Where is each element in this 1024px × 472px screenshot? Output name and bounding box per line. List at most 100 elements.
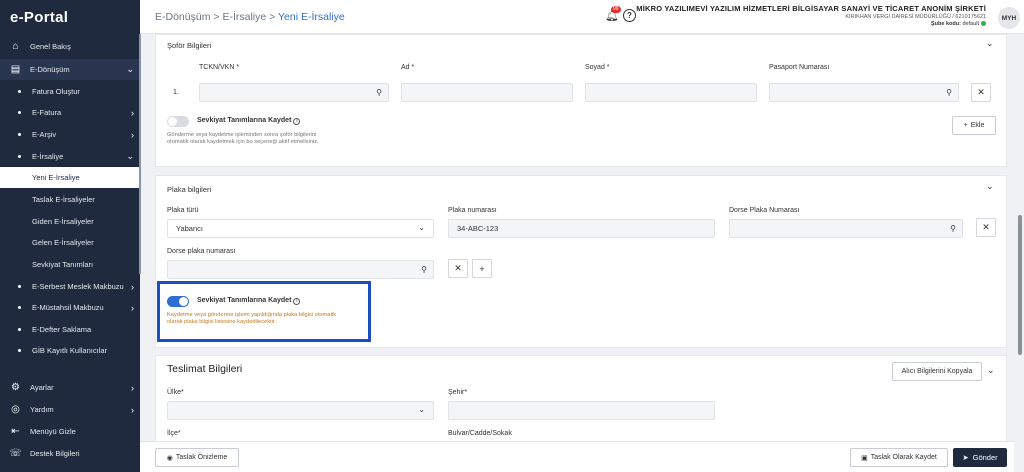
chevron-right-icon: › [131,302,134,313]
sidebar-item-ayarlar[interactable]: ⚙ Ayarlar › [0,377,140,398]
plus-icon: + [479,263,485,274]
document-icon: ▤ [10,64,21,75]
delivery-section-title: Teslimat Bilgileri [167,363,243,375]
action-footer: ◉ Taslak Önizleme ▣ Taslak Olarak Kaydet ➤… [140,441,1014,472]
sidebar-item-yardim[interactable]: ◎ Yardım › [0,399,140,420]
breadcrumb-e-donusum[interactable]: E-Dönüşüm [155,11,210,23]
plate-number-input[interactable]: 34-ABC-123 [448,219,715,238]
remove-plate-button[interactable]: ✕ [976,218,996,237]
breadcrumb: E-Dönüşüm > E-İrsaliye > Yeni E-İrsaliye [155,11,345,23]
plate-type-select[interactable]: Yabancı ⌄ [167,219,434,238]
pasaport-input[interactable]: ⚲ [769,83,959,102]
eye-icon: ◉ [166,454,173,462]
sidebar-item-e-irsaliye[interactable]: E-İrsaliye ⌄ [0,146,140,167]
sidebar-item-e-arsiv[interactable]: E-Arşiv › [0,124,140,145]
soyad-input[interactable] [585,83,757,102]
send-icon: ➤ [962,453,969,462]
main-scrollbar-thumb[interactable] [1018,215,1022,355]
remove-trailer-button[interactable]: ✕ [448,259,468,278]
driver-save-toggle-label: Sevkiyat Tanımlarına Kaydet i [197,117,301,125]
trailer-plate-label: Dorse Plaka Numarası [729,207,800,214]
add-trailer-button[interactable]: + [472,259,492,278]
home-icon: ⌂ [12,41,19,52]
driver-section-title: Şoför Bilgileri [167,41,212,50]
driver-save-hint: Gönderme veya kaydetme işleminden sonra … [167,132,319,145]
sidebar-item-yeni-e-irsaliye[interactable]: Yeni E-İrsaliye [0,167,140,188]
chevron-down-icon: ⌄ [418,405,425,414]
sidebar-item-fatura-olustur[interactable]: Fatura Oluştur [0,81,140,102]
sidebar: e-Portal ⌂ Genel Bakış ▤ E-Dönüşüm ⌄ Fat… [0,0,141,472]
draft-preview-button[interactable]: ◉ Taslak Önizleme [155,448,239,467]
sidebar-item-e-defter-saklama[interactable]: E-Defter Saklama [0,319,140,340]
chevron-right-icon: › [131,107,134,118]
notification-bell-icon[interactable]: 🔔︎ 99 [605,6,621,23]
info-icon: i [293,118,301,125]
chevron-down-icon[interactable]: ⌄ [987,365,995,376]
country-select[interactable]: ⌄ [167,401,434,420]
plate-section-title: Plaka bilgileri [167,185,212,194]
support-icon: ☏ [9,448,22,459]
chevron-down-icon: ⌄ [418,223,425,232]
sidebar-item-e-fatura[interactable]: E-Fatura › [0,102,140,123]
add-driver-button[interactable]: + Ekle [952,116,996,135]
trailer2-plate-input[interactable]: ⚲ [167,260,434,279]
company-info: MİKRO YAZILIMEVİ YAZILIM HİZMETLERİ BİLG… [636,4,986,27]
notification-badge: 99 [611,6,621,13]
copy-recipient-button[interactable]: Alıcı Bilgilerini Kopyala [892,362,982,381]
chevron-right-icon: › [131,281,134,292]
street-label: Bulvar/Cadde/Sokak [448,430,512,437]
chevron-right-icon: › [131,382,134,393]
bullet-icon [18,155,21,158]
sidebar-item-gib-kayitli-kullanicilar[interactable]: GİB Kayıtlı Kullanıcılar [0,340,140,361]
sidebar-item-e-serbest-meslek-makbuzu[interactable]: E-Serbest Meslek Makbuzu › [0,276,140,297]
sidebar-item-sevkiyat-tanimlari[interactable]: Sevkiyat Tanımları [0,254,140,275]
city-input[interactable] [448,401,715,420]
chevron-down-icon[interactable]: ⌄ [986,38,994,49]
send-button[interactable]: ➤ Gönder [953,448,1007,467]
avatar[interactable]: MYH [998,7,1020,29]
plate-toggle-highlight [157,281,371,342]
gear-icon: ⚙ [11,382,20,393]
district-label: İlçe* [167,430,181,437]
bullet-icon [18,349,21,352]
plate-number-label: Plaka numarası [448,207,497,214]
status-dot-icon [981,21,986,27]
top-header: E-Dönüşüm > E-İrsaliye > Yeni E-İrsaliye… [140,0,1024,34]
soyad-label: Soyad * [585,64,610,71]
breadcrumb-current: Yeni E-İrsaliye [278,11,345,23]
trailer2-plate-label: Dorse plaka numarası [167,248,236,255]
search-icon[interactable]: ⚲ [376,88,382,97]
ad-input[interactable] [401,83,573,102]
sidebar-item-e-donusum[interactable]: ▤ E-Dönüşüm ⌄ [0,59,140,80]
chevron-down-icon[interactable]: ⌄ [986,181,994,192]
ad-label: Ad * [401,64,415,71]
sidebar-item-menuyu-gizle[interactable]: ⇤ Menüyü Gizle [0,421,140,442]
sidebar-item-genel-bakis[interactable]: ⌂ Genel Bakış [0,36,140,57]
sidebar-scrollbar[interactable] [139,34,141,274]
bullet-icon [18,90,21,93]
sidebar-item-giden-e-irsaliyeler[interactable]: Giden E-İrsaliyeler [0,211,140,232]
chevron-down-icon: ⌄ [126,151,134,161]
sidebar-item-destek-bilgileri[interactable]: ☏ Destek Bilgileri [0,443,140,464]
row-number: 1. [173,89,179,96]
chevron-right-icon: › [131,404,134,415]
sidebar-item-taslak-e-irsaliyeler[interactable]: Taslak E-İrsaliyeler [0,189,140,210]
save-icon: ▣ [861,454,868,462]
delivery-info-card: Teslimat Bilgileri Alıcı Bilgilerini Kop… [155,355,1007,445]
sidebar-item-gelen-e-irsaliyeler[interactable]: Gelen E-İrsaliyeler [0,232,140,253]
driver-info-card: Şoför Bilgileri ⌄ TCKN/VKN * Ad * Soyad … [155,34,1007,167]
search-icon[interactable]: ⚲ [946,88,952,97]
sidebar-item-e-mustahsil-makbuzu[interactable]: E-Müstahsil Makbuzu › [0,297,140,318]
save-draft-button[interactable]: ▣ Taslak Olarak Kaydet [850,448,948,467]
tckn-input[interactable]: ⚲ [199,83,389,102]
bullet-icon [18,328,21,331]
trailer-plate-input[interactable]: ⚲ [729,219,963,238]
search-icon[interactable]: ⚲ [421,265,427,274]
remove-driver-button[interactable]: ✕ [971,83,991,102]
driver-save-toggle[interactable] [167,116,189,127]
close-icon: ✕ [977,87,985,97]
help-question-icon[interactable]: ? [623,9,636,22]
tax-info: KIRIKHAN VERGİ DAİRESİ MÜDÜRLÜĞÜ / 62101… [845,14,986,20]
search-icon[interactable]: ⚲ [950,224,956,233]
breadcrumb-e-irsaliye[interactable]: E-İrsaliye [222,11,266,23]
